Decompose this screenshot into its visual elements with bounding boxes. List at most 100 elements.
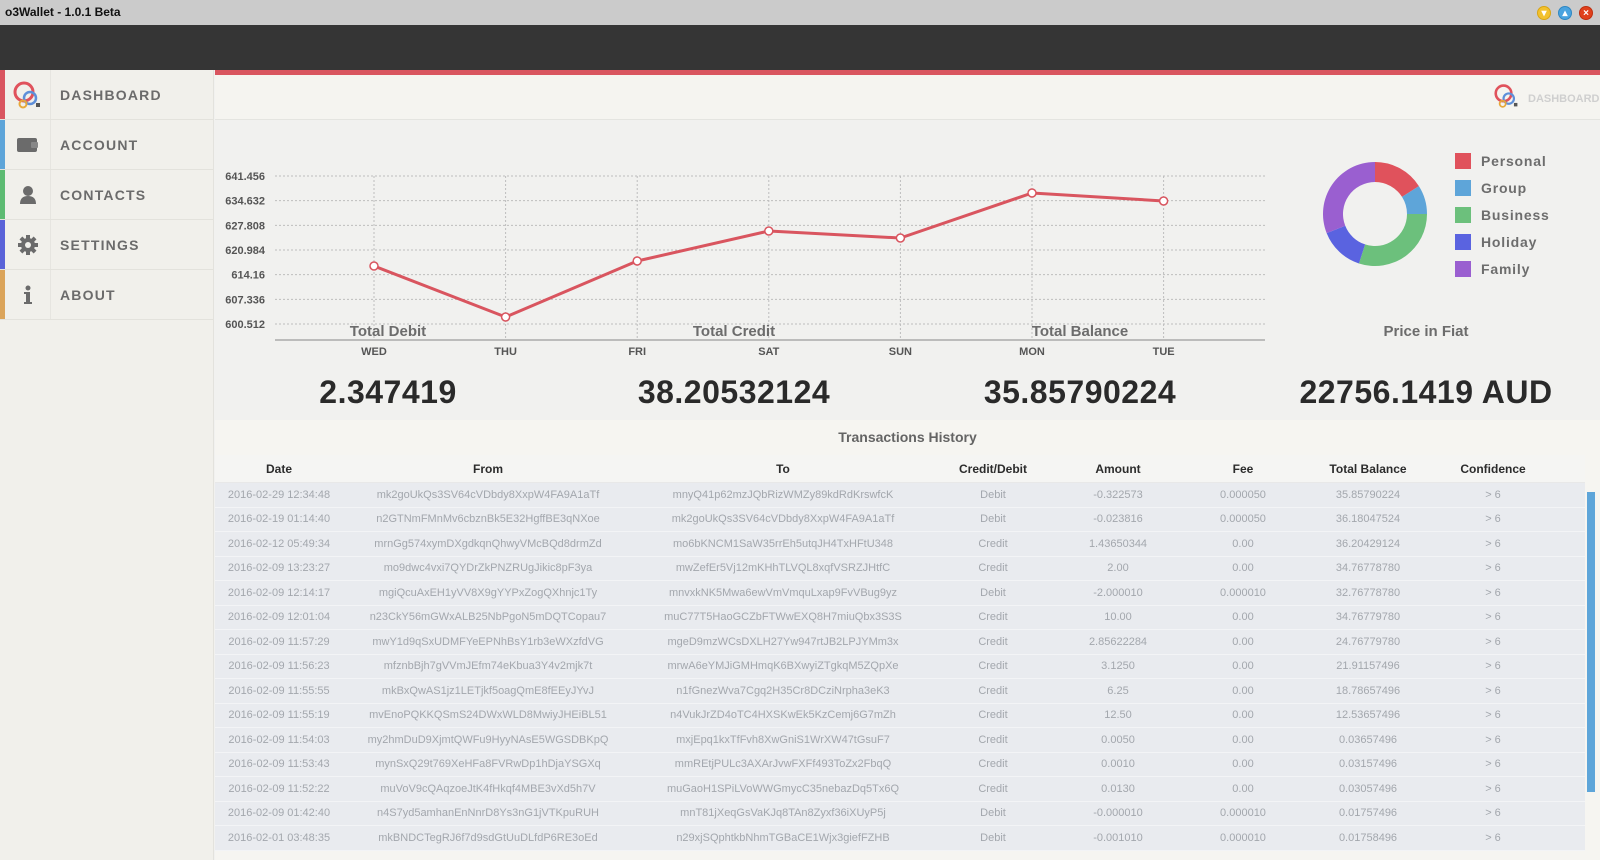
- cell-confidence: > 6: [1485, 635, 1501, 648]
- sidebar-item-contacts[interactable]: CONTACTS: [0, 170, 213, 220]
- table-row[interactable]: 2016-02-01 03:48:35 mkBNDCTegRJ6f7d9sdGtU…: [215, 826, 1585, 851]
- cell-date: 2016-02-09 12:01:04: [227, 611, 331, 624]
- cell-confidence: > 6: [1485, 513, 1501, 526]
- cell-confidence: > 6: [1485, 586, 1501, 599]
- sidebar-item-account[interactable]: ACCOUNT: [0, 120, 213, 170]
- cell-amount: -0.023816: [1093, 513, 1143, 526]
- close-button[interactable]: ×: [1579, 6, 1593, 20]
- cell-total-balance: 0.03657496: [1338, 733, 1398, 746]
- cell-to: mo6bKNCM1SaW35rrEh5utqJH4TxHFtU348: [672, 537, 894, 550]
- legend-item-personal: Personal: [1455, 152, 1547, 170]
- sidebar-item-label: ABOUT: [60, 287, 116, 303]
- cell-credit-debit: Debit: [980, 586, 1006, 599]
- cell-amount: 6.25: [1107, 684, 1129, 697]
- cell-fee: 0.00: [1232, 537, 1254, 550]
- stat-value: 38.20532124: [637, 374, 831, 410]
- cell-total-balance: 0.01758496: [1338, 831, 1398, 844]
- data-point: [895, 233, 906, 243]
- cell-amount: 2.85622284: [1088, 635, 1148, 648]
- nav-color-stripe: [0, 120, 5, 169]
- cell-fee: 0.000050: [1220, 488, 1266, 501]
- column-header-amount[interactable]: Amount: [1053, 462, 1183, 476]
- minimize-button[interactable]: ▾: [1537, 6, 1551, 20]
- data-point: [1027, 188, 1037, 198]
- table-row[interactable]: 2016-02-09 13:23:27 mo9dwc4vxi7QYDrZkPNZR…: [215, 556, 1585, 581]
- y-tick-label: 641.456: [225, 171, 265, 183]
- cell-date: 2016-02-09 12:14:17: [227, 586, 331, 599]
- maximize-button[interactable]: ▴: [1558, 6, 1572, 20]
- cell-total-balance: 34.76779780: [1335, 611, 1401, 624]
- cell-total-balance: 0.01757496: [1338, 807, 1398, 820]
- nav-color-stripe: [0, 220, 5, 269]
- cell-confidence: > 6: [1485, 562, 1501, 575]
- sidebar: DASHBOARD ACCOUNT CONTACTS SETTINGS ABOU…: [0, 70, 214, 860]
- cell-date: 2016-02-09 11:53:43: [228, 758, 330, 771]
- wallet-icon: [12, 130, 44, 160]
- cell-confidence: > 6: [1485, 807, 1501, 820]
- table-row[interactable]: 2016-02-19 01:14:40 n2GTNmFMnMv6cbznBk5E3…: [215, 507, 1585, 532]
- nav-color-stripe: [0, 170, 5, 219]
- column-header-fee[interactable]: Fee: [1183, 462, 1303, 476]
- cell-fee: 0.000050: [1220, 513, 1266, 526]
- table-body: 2016-02-29 12:34:48 mk2goUkQs3SV64cVDbdy8…: [215, 483, 1585, 851]
- table-row[interactable]: 2016-02-09 12:01:04 n23CkY56mGWxALB25NbPg…: [215, 605, 1585, 630]
- table-row[interactable]: 2016-02-12 05:49:34 mrnGg574xymDXgdkqnQhw…: [215, 532, 1585, 557]
- cell-to: mmREtjPULc3AXArJvwFXFf493ToZx2FbqQ: [674, 758, 892, 771]
- table-row[interactable]: 2016-02-09 11:53:43 mynSxQ29t769XeHFa8FVR…: [215, 752, 1585, 777]
- donut-slice-business: [1358, 214, 1427, 266]
- data-point: [632, 256, 642, 266]
- column-header-from[interactable]: From: [343, 462, 633, 476]
- y-tick-label: 614.16: [231, 270, 265, 282]
- cell-date: 2016-02-09 11:55:19: [228, 709, 330, 722]
- legend-item-business: Business: [1455, 206, 1550, 224]
- legend-swatch: [1455, 207, 1471, 223]
- sidebar-item-label: DASHBOARD: [60, 87, 162, 103]
- cell-date: 2016-02-29 12:34:48: [227, 488, 331, 501]
- table-row[interactable]: 2016-02-29 12:34:48 mk2goUkQs3SV64cVDbdy8…: [215, 483, 1585, 508]
- column-header-confidence[interactable]: Confidence: [1433, 462, 1553, 476]
- stat-label: Total Debit: [349, 323, 427, 340]
- column-header-to[interactable]: To: [633, 462, 933, 476]
- cell-date: 2016-02-01 03:48:35: [227, 831, 331, 844]
- cell-amount: -2.000010: [1093, 586, 1143, 599]
- sidebar-item-about[interactable]: ABOUT: [0, 270, 213, 320]
- cell-date: 2016-02-09 11:54:03: [228, 733, 330, 746]
- cell-credit-debit: Credit: [978, 562, 1008, 575]
- legend-swatch: [1455, 180, 1471, 196]
- table-row[interactable]: 2016-02-09 11:54:03 my2hmDuD9XjmtQWFu9Hyy…: [215, 728, 1585, 753]
- cell-total-balance: 24.76779780: [1335, 635, 1401, 648]
- sidebar-item-dashboard[interactable]: DASHBOARD: [0, 70, 213, 120]
- title-bar: o3Wallet - 1.0.1 Beta ▾ ▴ ×: [0, 0, 1600, 25]
- cell-amount: -0.000010: [1093, 807, 1143, 820]
- cell-total-balance: 36.20429124: [1335, 537, 1401, 550]
- cell-from: mo9dwc4vxi7QYDrZkPNZRUgJikic8pF3ya: [383, 562, 593, 575]
- cell-to: mrwA6eYMJiGMHmqK6BXwyiZTgkqM5ZQpXe: [667, 660, 899, 673]
- stat-total-balance: Total Balance 35.85790224: [907, 320, 1253, 411]
- table-row[interactable]: 2016-02-09 11:55:19 mvEnoPQKKQSmS24DWxWLD…: [215, 703, 1585, 728]
- column-header-total-balance[interactable]: Total Balance: [1303, 462, 1433, 476]
- sidebar-item-settings[interactable]: SETTINGS: [0, 220, 213, 270]
- table-row[interactable]: 2016-02-09 01:42:40 n4S7yd5amhanEnNnrD8Ys…: [215, 801, 1585, 826]
- data-point: [369, 261, 379, 271]
- cell-credit-debit: Credit: [978, 758, 1008, 771]
- table-row[interactable]: 2016-02-09 11:57:29 mwY1d9qSxUDMFYeEPNhBs…: [215, 630, 1585, 655]
- data-point: [1158, 196, 1169, 206]
- cell-total-balance: 36.18047524: [1335, 513, 1401, 526]
- column-header-credit-debit[interactable]: Credit/Debit: [933, 462, 1053, 476]
- stat-label: Total Credit: [692, 323, 776, 340]
- table-scrollbar[interactable]: [1587, 492, 1595, 792]
- column-header-date[interactable]: Date: [215, 462, 343, 476]
- cell-fee: 0.00: [1232, 758, 1254, 771]
- transactions-table: Date From To Credit/Debit Amount Fee Tot…: [215, 455, 1585, 851]
- table-row[interactable]: 2016-02-09 11:55:55 mkBxQwAS1jz1LETjkf5oa…: [215, 679, 1585, 704]
- table-row[interactable]: 2016-02-09 12:14:17 mgiQcuAxEH1yVV8X9gYYP…: [215, 581, 1585, 606]
- table-row[interactable]: 2016-02-09 11:56:23 mfznbBjh7gVVmJEfm74eK…: [215, 654, 1585, 679]
- cell-amount: 1.43650344: [1088, 537, 1148, 550]
- cell-fee: 0.00: [1232, 562, 1254, 575]
- legend-swatch: [1455, 261, 1471, 277]
- nav-divider: [50, 70, 51, 119]
- cell-confidence: > 6: [1485, 758, 1501, 771]
- table-row[interactable]: 2016-02-09 11:52:22 muVoV9cQAqzoeJtK4fHkq…: [215, 777, 1585, 802]
- cell-amount: 10.00: [1104, 611, 1132, 624]
- stat-value: 2.347419: [319, 374, 457, 410]
